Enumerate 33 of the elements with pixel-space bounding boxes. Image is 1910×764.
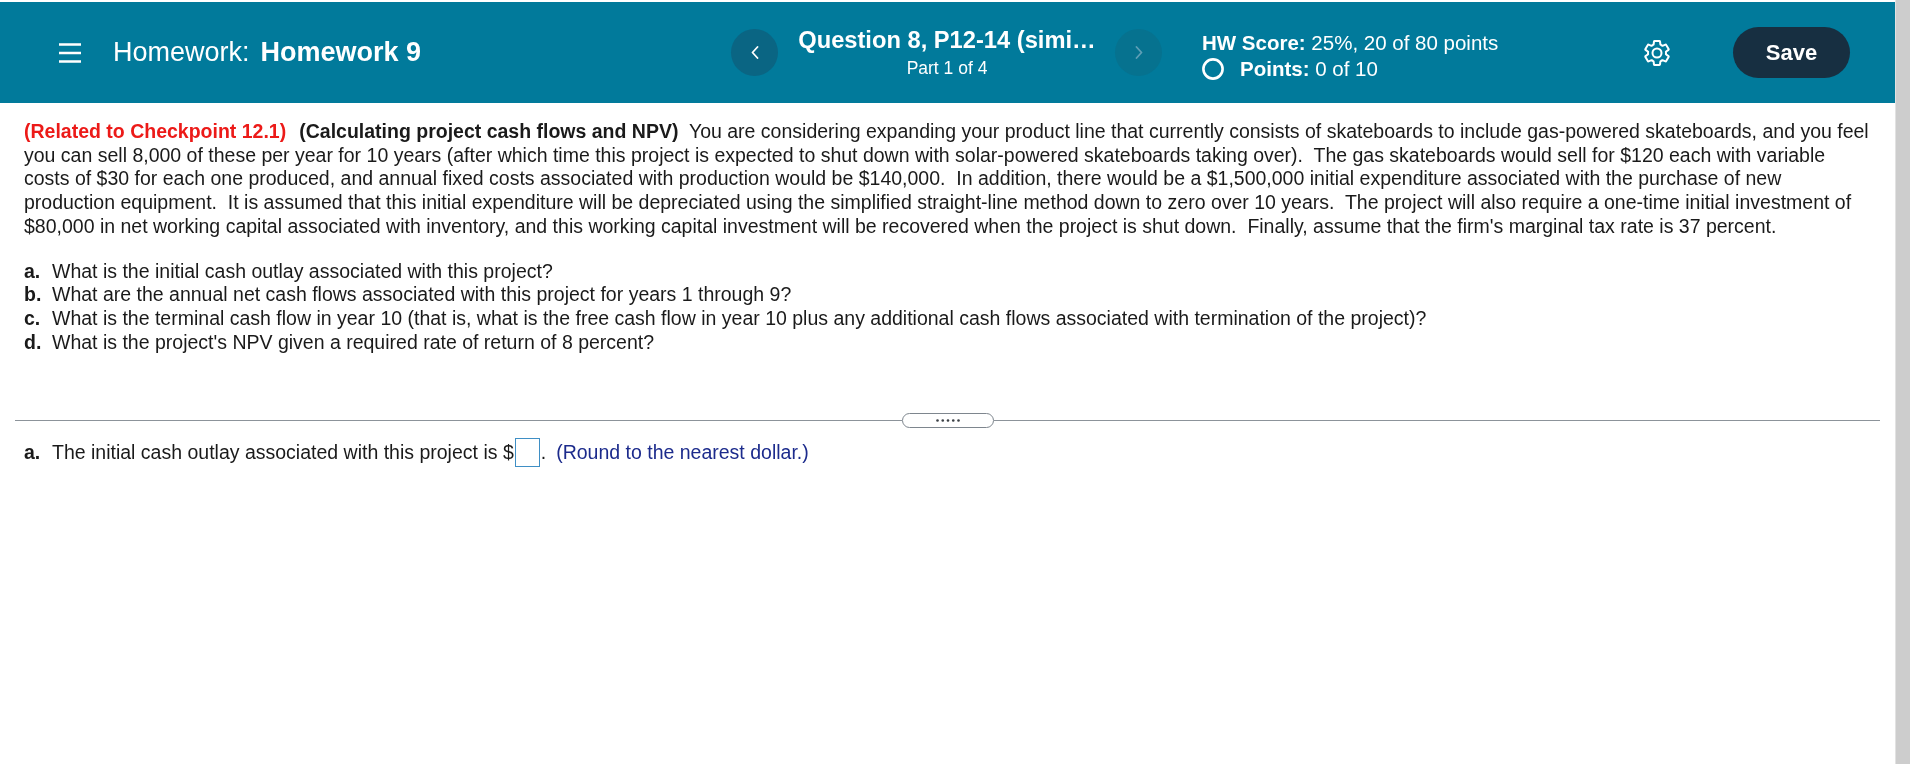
assignment-title: Homework 9 <box>260 37 422 68</box>
answer-prompt: The initial cash outlay associated with this project is $ <box>52 440 514 464</box>
scrollbar[interactable] <box>1895 0 1910 764</box>
score-value: 25%, 20 of 80 points <box>1311 30 1499 55</box>
score-label: HW Score: <box>1202 30 1306 55</box>
menu-button[interactable] <box>59 42 81 63</box>
checkpoint-link[interactable]: (Related to Checkpoint 12.1) <box>24 120 287 142</box>
circle-icon <box>1202 57 1224 80</box>
menu-icon <box>59 42 81 63</box>
rounding-hint: (Round to the nearest dollar.) <box>556 440 809 464</box>
question-text: What is the project's NPV given a required rate of return of 8 percent? <box>52 330 655 355</box>
question-letter: d. <box>24 330 43 355</box>
question-text: What is the initial cash outlay associated with this project? <box>52 259 553 284</box>
question-text: What are the annual net cash flows associated with this project for years 1 through 9? <box>52 283 792 308</box>
resize-handle[interactable] <box>901 412 994 428</box>
question-letter: a. <box>24 259 42 284</box>
dots-icon <box>935 418 960 422</box>
answer-period: . <box>540 440 547 464</box>
question-part: Part 1 of 4 <box>906 57 988 79</box>
answer-field[interactable] <box>514 437 540 467</box>
problem-text: (Related to Checkpoint 12.1) (Calculating project cash flows and NPV) You are considering expanding your product line that currently consists of skateboards to include gas-powered skateboards, and you feel you can sell 8,000 of these per year for 10 years (after which time this project is expected to shut down with solar-powered skateboards taking over). The gas skateboards would sell for $120 each with variable costs of $30 for each one produced, and annual fixed costs associated with production would be $140,000. In addition, there would be a $1,500,000 initial expenditure associated with the purchase of new production equipment. It is assumed that this initial expenditure will be depreciated using the simplified straight-line method down to zero over 10 years. The project will also require a one-time initial investment of $80,000 in net working capital associated with inventory, and this working capital investment will be recovered when the project is shut down. Finally, assume that the firm's marginal tax rate is 37 percent. <box>24 120 1870 239</box>
points-value: 0 of 10 <box>1315 56 1378 81</box>
save-button[interactable]: Save <box>1733 27 1850 78</box>
question-text: What is the terminal cash flow in year 10 (that is, what is the free cash flow in year 10 plus any additional cash flows associated with termination of the project)? <box>52 307 1427 331</box>
question-title: Question 8, P12-14 (simi… <box>798 26 1096 54</box>
points-label: Points: <box>1240 56 1310 81</box>
assignment-label: Homework: <box>113 37 250 68</box>
question-letter: c. <box>24 307 42 331</box>
settings-icon[interactable] <box>1644 39 1670 66</box>
question-letter: b. <box>24 283 43 308</box>
part-letter: a. <box>24 440 42 464</box>
chevron-left-icon <box>750 46 759 59</box>
chevron-right-icon <box>1134 46 1143 59</box>
